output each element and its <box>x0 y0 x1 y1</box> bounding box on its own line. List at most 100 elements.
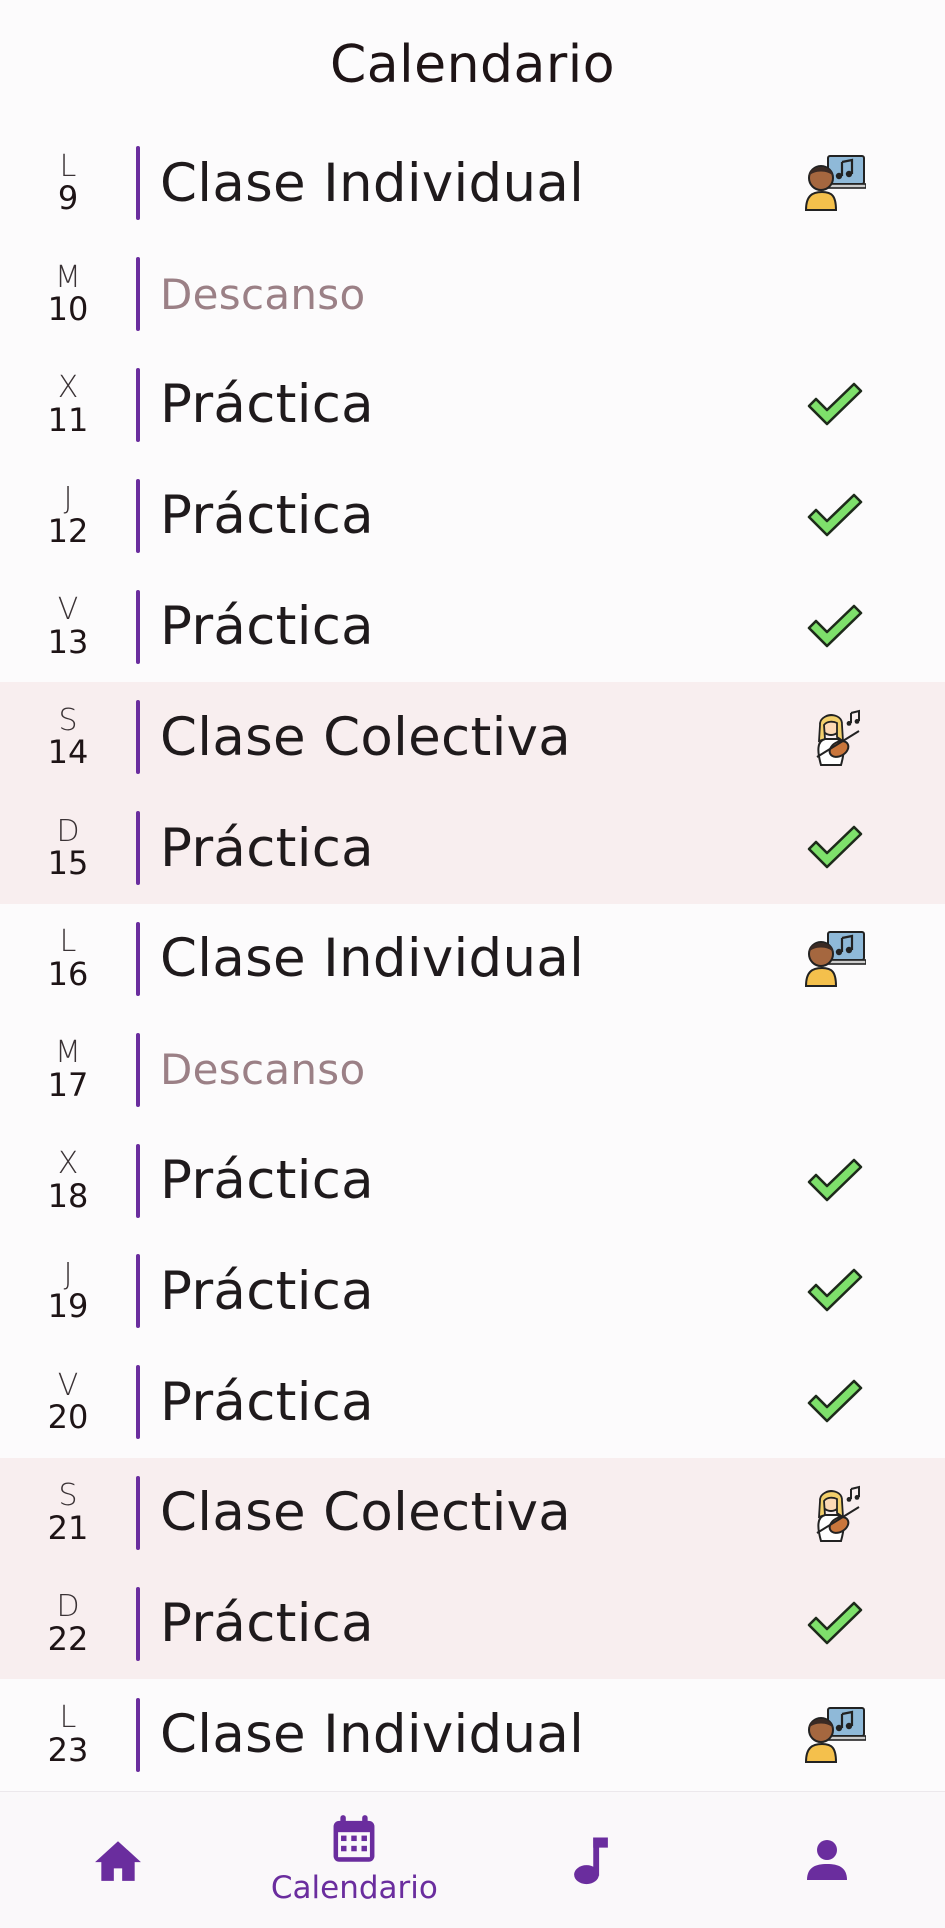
day-of-week: J <box>63 1256 73 1292</box>
calendar-day-row[interactable]: S 14 Clase Colectiva <box>0 681 945 793</box>
day-date: D 15 <box>0 816 136 881</box>
day-divider <box>136 1032 140 1107</box>
calendar-day-row[interactable]: X 11 Práctica <box>0 350 945 461</box>
page-title: Calendario <box>329 35 616 95</box>
day-date: L9 <box>0 151 136 216</box>
day-of-week: S <box>58 702 78 738</box>
calendar-day-row[interactable]: D 22 Práctica <box>0 1568 945 1680</box>
day-divider <box>136 1475 140 1550</box>
day-divider <box>136 921 140 996</box>
calendar-day-row[interactable]: V 20 Práctica <box>0 1347 945 1458</box>
day-number: 11 <box>47 400 89 439</box>
nav-calendar[interactable]: Calendario <box>236 1792 472 1928</box>
day-number: 19 <box>47 1287 89 1326</box>
violinist-icon <box>800 702 870 772</box>
calendar-day-row[interactable]: J 19 Práctica <box>0 1236 945 1347</box>
day-divider <box>136 478 140 553</box>
music-note-icon <box>573 1835 609 1885</box>
day-date: M 10 <box>0 262 136 327</box>
check-icon <box>800 592 870 662</box>
check-icon <box>800 1256 870 1326</box>
check-icon <box>800 1146 870 1216</box>
calendar-day-row[interactable]: L 9 Clase Individual <box>0 128 945 239</box>
calendar-day-row[interactable]: D 15 Práctica <box>0 792 945 904</box>
day-divider <box>136 1586 140 1661</box>
day-divider <box>136 367 140 442</box>
activity-title: Práctica <box>160 374 374 436</box>
day-divider <box>136 700 140 775</box>
day-of-week: S <box>58 1478 78 1514</box>
day-date: J 19 <box>0 1259 136 1324</box>
day-of-week: L <box>59 924 77 960</box>
check-icon <box>800 1367 870 1437</box>
calendar-day-row[interactable]: X 18 Práctica <box>0 1125 945 1236</box>
day-divider <box>136 1697 140 1772</box>
day-number: 10 <box>47 290 89 329</box>
activity-title: Clase Individual <box>160 152 585 214</box>
day-divider <box>136 1143 140 1218</box>
calendar-day-row[interactable]: J 12 Práctica <box>0 460 945 571</box>
day-of-week: X <box>57 370 79 406</box>
calendar-day-row[interactable]: L 16 Clase Individual <box>0 904 945 1015</box>
nav-music[interactable] <box>473 1792 709 1928</box>
day-number: 23 <box>47 1730 89 1769</box>
day-number: 21 <box>47 1508 89 1547</box>
day-of-week: X <box>57 1146 79 1182</box>
home-icon <box>93 1837 143 1883</box>
day-of-week: M <box>55 259 81 295</box>
calendar-day-row[interactable]: S 21 Clase Colectiva <box>0 1457 945 1569</box>
day-divider <box>136 146 140 221</box>
day-of-week: L <box>59 1700 77 1735</box>
day-of-week: V <box>57 592 79 628</box>
check-icon <box>800 481 870 551</box>
check-icon <box>800 1589 870 1659</box>
calendar-day-row[interactable]: V 13 Práctica <box>0 571 945 682</box>
nav-calendar-label: Calendario <box>270 1870 438 1906</box>
bottom-navigation: Calendario <box>0 1791 945 1928</box>
day-number: 16 <box>47 954 89 993</box>
day-of-week: L <box>59 148 77 184</box>
day-number: 18 <box>47 1176 89 1215</box>
calendar-day-row[interactable]: M 17 Descanso <box>0 1014 945 1125</box>
day-number: 15 <box>47 844 89 883</box>
calendar-day-row[interactable]: L 23 Clase Individual <box>0 1679 945 1790</box>
day-date: X 11 <box>0 372 136 437</box>
teacher-music-icon <box>800 924 870 994</box>
activity-title: Práctica <box>160 1593 374 1655</box>
status-empty <box>800 1035 870 1105</box>
calendar-list[interactable]: L 9 Clase Individual M 10 Descanso X 11 Práctica… <box>0 128 945 1790</box>
day-of-week: M <box>55 1035 81 1071</box>
activity-title: Clase Colectiva <box>160 1482 572 1544</box>
activity-title: Descanso <box>160 269 366 319</box>
activity-title: Descanso <box>160 1045 366 1095</box>
day-date: X 18 <box>0 1148 136 1213</box>
day-date: V 13 <box>0 594 136 659</box>
day-date: S 21 <box>0 1480 136 1545</box>
activity-title: Práctica <box>160 817 374 879</box>
day-date: M 17 <box>0 1037 136 1102</box>
activity-title: Clase Colectiva <box>160 706 572 768</box>
calendar-icon <box>331 1814 377 1864</box>
nav-profile[interactable] <box>709 1792 945 1928</box>
activity-title: Práctica <box>160 1371 374 1433</box>
day-number: 13 <box>47 622 89 661</box>
day-divider <box>136 257 140 332</box>
violinist-icon <box>800 1478 870 1548</box>
activity-title: Práctica <box>160 485 374 547</box>
day-date: V 20 <box>0 1370 136 1435</box>
day-number: 20 <box>47 1398 89 1437</box>
day-date: D 22 <box>0 1591 136 1656</box>
day-of-week: J <box>63 481 73 517</box>
status-empty <box>800 259 870 329</box>
check-icon <box>800 813 870 883</box>
activity-title: Clase Individual <box>160 1704 585 1766</box>
day-date: J 12 <box>0 483 136 548</box>
calendar-day-row[interactable]: M 10 Descanso <box>0 239 945 350</box>
day-of-week: D <box>56 813 80 849</box>
day-number: 17 <box>47 1065 89 1104</box>
activity-title: Práctica <box>160 1260 374 1322</box>
day-number: 12 <box>47 511 89 550</box>
nav-home[interactable] <box>0 1792 236 1928</box>
day-number: 14 <box>47 733 89 772</box>
activity-title: Práctica <box>160 1150 374 1212</box>
